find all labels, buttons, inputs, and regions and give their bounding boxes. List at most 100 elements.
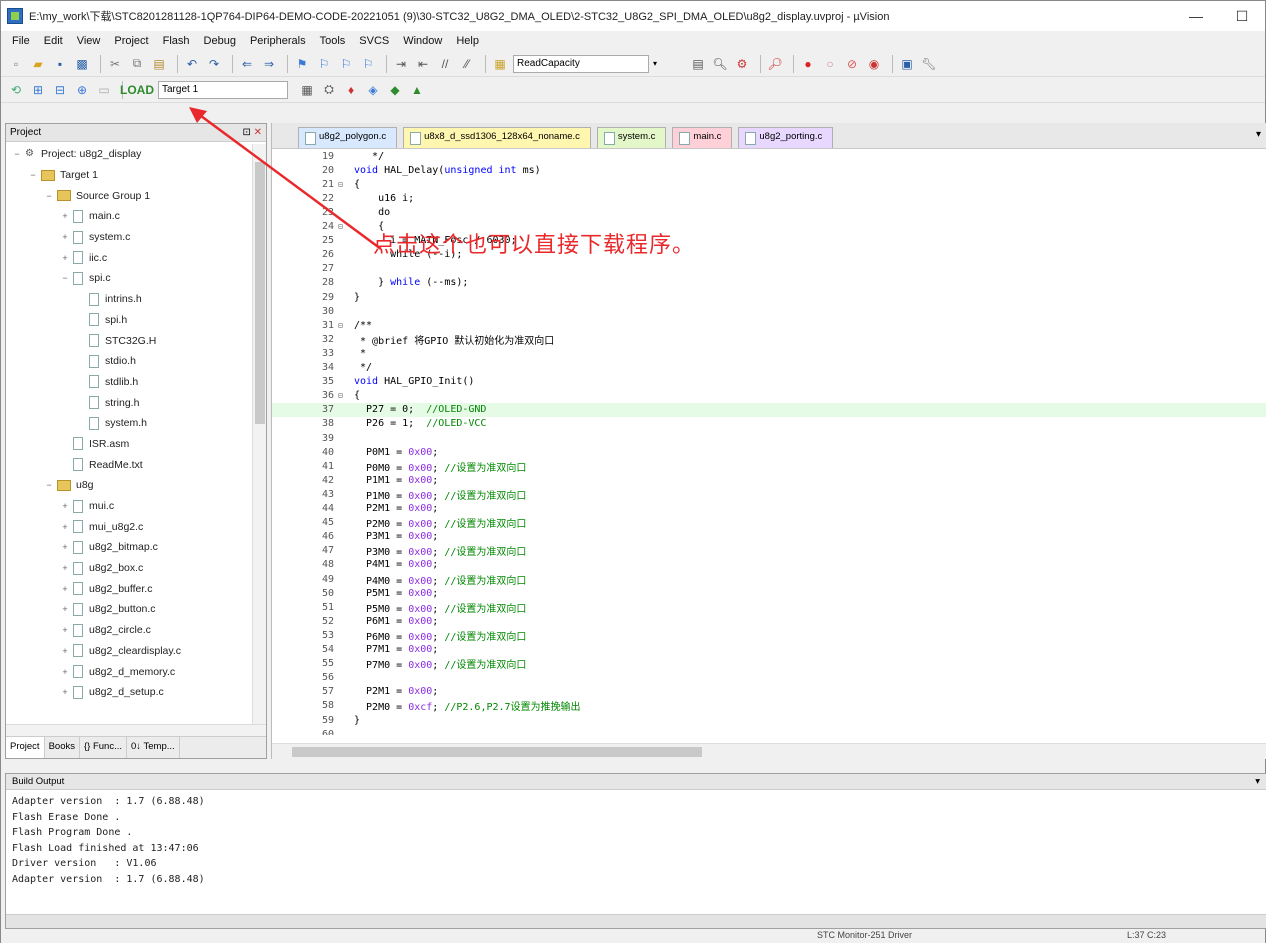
target-combo[interactable]: Target 1 <box>158 80 288 99</box>
pin-icon[interactable]: ⊡ <box>242 127 250 138</box>
tree-item[interactable]: + u8g2_d_memory.c <box>6 661 252 682</box>
expand-icon[interactable]: + <box>60 584 70 594</box>
zoom-icon[interactable]: 🔎︎ <box>766 55 784 73</box>
tree-item[interactable]: + u8g2_cleardisplay.c <box>6 641 252 662</box>
fold-toggle-icon[interactable]: ⊟ <box>338 321 350 330</box>
minimize-button[interactable]: — <box>1173 1 1219 31</box>
close-icon[interactable]: ✕ <box>254 127 262 138</box>
tab-functions[interactable]: {} Func... <box>80 737 128 758</box>
pack-installer-icon[interactable]: ◆ <box>386 81 404 99</box>
clear-bookmarks-icon[interactable]: ⚐ <box>359 55 377 73</box>
find-in-files-icon[interactable]: ▦ <box>491 55 509 73</box>
editor-tab[interactable]: u8g2_porting.c <box>738 127 834 148</box>
tab-project[interactable]: Project <box>6 737 45 758</box>
uncomment-icon[interactable]: ⁄⁄ <box>458 55 476 73</box>
tree-item[interactable]: spi.h <box>6 310 252 331</box>
breakpoint-icon[interactable]: ● <box>799 55 817 73</box>
redo-icon[interactable]: ↷ <box>205 55 223 73</box>
indent-icon[interactable]: ⇥ <box>392 55 410 73</box>
nav-forward-icon[interactable]: ⇒ <box>260 55 278 73</box>
project-tree-hscrollbar[interactable] <box>6 724 266 736</box>
menu-edit[interactable]: Edit <box>37 35 70 47</box>
collapse-icon[interactable]: − <box>12 149 22 159</box>
tree-item[interactable]: + mui.c <box>6 496 252 517</box>
editor-tab[interactable]: system.c <box>596 127 667 148</box>
menu-debug[interactable]: Debug <box>197 35 243 47</box>
prev-bookmark-icon[interactable]: ⚐ <box>315 55 333 73</box>
tree-item[interactable]: system.h <box>6 413 252 434</box>
disable-breakpoint-icon[interactable]: ○ <box>821 55 839 73</box>
kill-breakpoints-icon[interactable]: ⊘ <box>843 55 861 73</box>
stop-build-icon[interactable]: ▭ <box>95 81 113 99</box>
expand-icon[interactable]: + <box>60 522 70 532</box>
editor-tab[interactable]: main.c <box>672 127 733 148</box>
translate-icon[interactable]: ⟲ <box>7 81 25 99</box>
menu-help[interactable]: Help <box>449 35 486 47</box>
options-icon[interactable]: ◉ <box>865 55 883 73</box>
configure-icon[interactable]: 🔧︎ <box>920 55 938 73</box>
expand-icon[interactable]: + <box>60 563 70 573</box>
tree-item[interactable]: − Source Group 1 <box>6 185 252 206</box>
multi-project-icon[interactable]: ▲ <box>408 81 426 99</box>
editor-tab[interactable]: u8x8_d_ssd1306_128x64_noname.c <box>403 127 591 148</box>
target-options-icon[interactable]: ▦ <box>298 81 316 99</box>
tab-list-dropdown-icon[interactable]: ▾ <box>1256 129 1261 140</box>
fold-toggle-icon[interactable]: ⊟ <box>338 180 350 189</box>
tree-item[interactable]: + u8g2_box.c <box>6 558 252 579</box>
build-output-hscrollbar[interactable] <box>6 914 1266 928</box>
copy-icon[interactable]: ⧉ <box>128 55 146 73</box>
maximize-button[interactable]: ☐ <box>1219 1 1265 31</box>
build-icon[interactable]: ⊞ <box>29 81 47 99</box>
expand-icon[interactable]: + <box>60 232 70 242</box>
menu-file[interactable]: File <box>5 35 37 47</box>
project-tree-scrollbar[interactable] <box>252 144 266 728</box>
tree-item[interactable]: + iic.c <box>6 247 252 268</box>
expand-icon[interactable]: + <box>60 542 70 552</box>
save-all-icon[interactable]: ▩ <box>73 55 91 73</box>
editor-hscrollbar[interactable] <box>272 743 1266 759</box>
menu-flash[interactable]: Flash <box>156 35 197 47</box>
expand-icon[interactable]: + <box>60 604 70 614</box>
menu-view[interactable]: View <box>70 35 108 47</box>
expand-icon[interactable]: + <box>60 211 70 221</box>
tree-item[interactable]: + u8g2_circle.c <box>6 620 252 641</box>
fold-toggle-icon[interactable]: ⊟ <box>338 391 350 400</box>
incremental-find-icon[interactable]: ▤ <box>689 55 707 73</box>
tree-item[interactable]: ISR.asm <box>6 434 252 455</box>
expand-icon[interactable]: + <box>60 646 70 656</box>
find-combo[interactable]: ReadCapacity <box>513 54 649 73</box>
select-packs-icon[interactable]: ◈ <box>364 81 382 99</box>
tree-item[interactable]: stdio.h <box>6 351 252 372</box>
scrollbar-thumb[interactable] <box>255 162 265 424</box>
download-load-icon[interactable]: LOAD <box>120 81 154 99</box>
rebuild-icon[interactable]: ⊟ <box>51 81 69 99</box>
tree-item[interactable]: − u8g <box>6 475 252 496</box>
next-bookmark-icon[interactable]: ⚐ <box>337 55 355 73</box>
open-folder-icon[interactable]: ▰ <box>29 55 47 73</box>
collapse-icon[interactable]: − <box>60 273 70 283</box>
fold-toggle-icon[interactable]: ⊟ <box>338 222 350 231</box>
collapse-icon[interactable]: − <box>28 170 38 180</box>
find-icon[interactable]: 🔍︎ <box>711 55 729 73</box>
tree-item[interactable]: − ⚙ Project: u8g2_display <box>6 144 252 165</box>
tree-item[interactable]: + u8g2_bitmap.c <box>6 537 252 558</box>
undo-icon[interactable]: ↶ <box>183 55 201 73</box>
expand-icon[interactable]: + <box>60 501 70 511</box>
panel-menu-icon[interactable]: ▾ <box>1255 776 1260 787</box>
expand-icon[interactable]: + <box>60 687 70 697</box>
paste-icon[interactable]: ▤ <box>150 55 168 73</box>
tree-item[interactable]: intrins.h <box>6 289 252 310</box>
expand-icon[interactable]: + <box>60 667 70 677</box>
tab-books[interactable]: Books <box>45 737 80 758</box>
menu-svcs[interactable]: SVCS <box>352 35 396 47</box>
unindent-icon[interactable]: ⇤ <box>414 55 432 73</box>
collapse-icon[interactable]: − <box>44 480 54 490</box>
find-dropdown-icon[interactable]: ▾ <box>649 55 661 73</box>
tab-templates[interactable]: 0↓ Temp... <box>127 737 180 758</box>
scrollbar-thumb[interactable] <box>292 747 702 757</box>
tree-item[interactable]: + main.c <box>6 206 252 227</box>
bookmark-icon[interactable]: ⚑ <box>293 55 311 73</box>
tree-item[interactable]: + system.c <box>6 227 252 248</box>
menu-project[interactable]: Project <box>107 35 155 47</box>
tree-item[interactable]: + mui_u8g2.c <box>6 516 252 537</box>
